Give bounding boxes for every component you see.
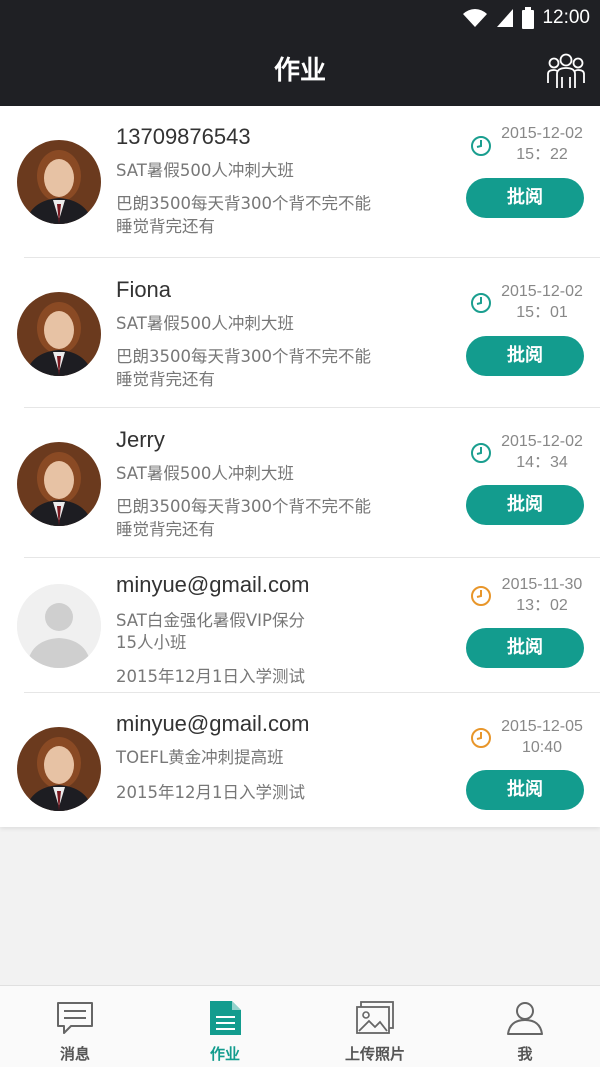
homework-description: 2015年12月1日入学测试 xyxy=(116,783,305,802)
status-bar: 12:00 xyxy=(0,0,600,36)
homework-document-icon xyxy=(210,1001,241,1035)
tab-messages[interactable]: 消息 xyxy=(0,986,150,1067)
course-name-cont: 15人小班 xyxy=(116,633,187,652)
clock-icon xyxy=(471,728,491,748)
homework-description: 巴朗3500每天背300个背不完不能 xyxy=(116,194,371,213)
student-avatar xyxy=(17,442,101,526)
homework-item[interactable]: Fiona SAT暑假500人冲刺大班 巴朗3500每天背300个背不完不能 睡… xyxy=(0,258,600,408)
review-button[interactable]: 批阅 xyxy=(466,336,584,376)
homework-item[interactable]: minyue@gmail.com SAT白金强化暑假VIP保分 15人小班 20… xyxy=(0,558,600,693)
review-button[interactable]: 批阅 xyxy=(466,485,584,525)
tab-me[interactable]: 我 xyxy=(450,986,600,1067)
battery-icon xyxy=(522,7,535,29)
wifi-icon xyxy=(463,9,488,27)
review-button[interactable]: 批阅 xyxy=(466,770,584,810)
page-title: 作业 xyxy=(273,56,326,86)
homework-description: 2015年12月1日入学测试 xyxy=(116,667,305,686)
submit-time: 14：34 xyxy=(516,454,568,471)
clock-time: 12:00 xyxy=(542,7,590,28)
homework-description-cont: 睡觉背完还有 xyxy=(116,370,215,389)
course-name: SAT暑假500人冲刺大班 xyxy=(116,464,294,483)
clock-icon xyxy=(471,443,491,463)
student-name: Jerry xyxy=(116,427,165,452)
photo-upload-icon xyxy=(356,1001,394,1034)
tab-label: 上传照片 xyxy=(344,1045,405,1063)
tab-label: 我 xyxy=(517,1045,533,1063)
submit-date: 2015-12-02 xyxy=(501,125,583,142)
submit-date: 2015-12-02 xyxy=(501,433,583,450)
submit-time: 10:40 xyxy=(521,739,563,756)
submit-time: 15：22 xyxy=(516,146,568,163)
clock-icon xyxy=(471,136,491,156)
clock-icon xyxy=(471,293,491,313)
homework-item[interactable]: Jerry SAT暑假500人冲刺大班 巴朗3500每天背300个背不完不能 睡… xyxy=(0,408,600,558)
course-name: SAT暑假500人冲刺大班 xyxy=(116,161,294,180)
submit-date: 2015-12-02 xyxy=(501,283,583,300)
course-name: SAT暑假500人冲刺大班 xyxy=(116,314,294,333)
profile-icon xyxy=(507,1002,543,1035)
review-button[interactable]: 批阅 xyxy=(466,178,584,218)
clock-icon xyxy=(471,586,491,606)
course-name: SAT白金强化暑假VIP保分 xyxy=(116,611,305,630)
homework-item[interactable]: 13709876543 SAT暑假500人冲刺大班 巴朗3500每天背300个背… xyxy=(0,106,600,258)
group-icon[interactable] xyxy=(546,50,586,90)
student-avatar xyxy=(17,727,101,811)
homework-description: 巴朗3500每天背300个背不完不能 xyxy=(116,497,371,516)
bottom-tab-bar: 消息 作业 上传照片 我 xyxy=(0,985,600,1067)
tab-upload-photo[interactable]: 上传照片 xyxy=(300,986,450,1067)
student-avatar-placeholder xyxy=(17,584,101,668)
tab-homework[interactable]: 作业 xyxy=(150,986,300,1067)
submit-date: 2015-12-05 xyxy=(501,718,583,735)
cell-signal-icon xyxy=(497,9,514,27)
student-name: minyue@gmail.com xyxy=(116,711,310,736)
homework-list: 13709876543 SAT暑假500人冲刺大班 巴朗3500每天背300个背… xyxy=(0,106,600,827)
message-icon xyxy=(57,1002,93,1034)
homework-item[interactable]: minyue@gmail.com TOEFL黄金冲刺提高班 2015年12月1日… xyxy=(0,693,600,827)
tab-label: 消息 xyxy=(59,1045,90,1063)
course-name: TOEFL黄金冲刺提高班 xyxy=(116,748,284,767)
review-button[interactable]: 批阅 xyxy=(466,628,584,668)
submit-time: 15：01 xyxy=(516,304,568,321)
homework-description-cont: 睡觉背完还有 xyxy=(116,217,215,236)
student-avatar xyxy=(17,140,101,224)
homework-description-cont: 睡觉背完还有 xyxy=(116,520,215,539)
student-name: minyue@gmail.com xyxy=(116,572,310,597)
student-name: 13709876543 xyxy=(116,124,251,149)
homework-description: 巴朗3500每天背300个背不完不能 xyxy=(116,347,371,366)
submit-date: 2015-11-30 xyxy=(501,576,583,593)
tab-label: 作业 xyxy=(209,1045,240,1063)
student-avatar xyxy=(17,292,101,376)
submit-time: 13：02 xyxy=(516,597,568,614)
nav-bar: 作业 xyxy=(0,36,600,106)
student-name: Fiona xyxy=(116,277,172,302)
